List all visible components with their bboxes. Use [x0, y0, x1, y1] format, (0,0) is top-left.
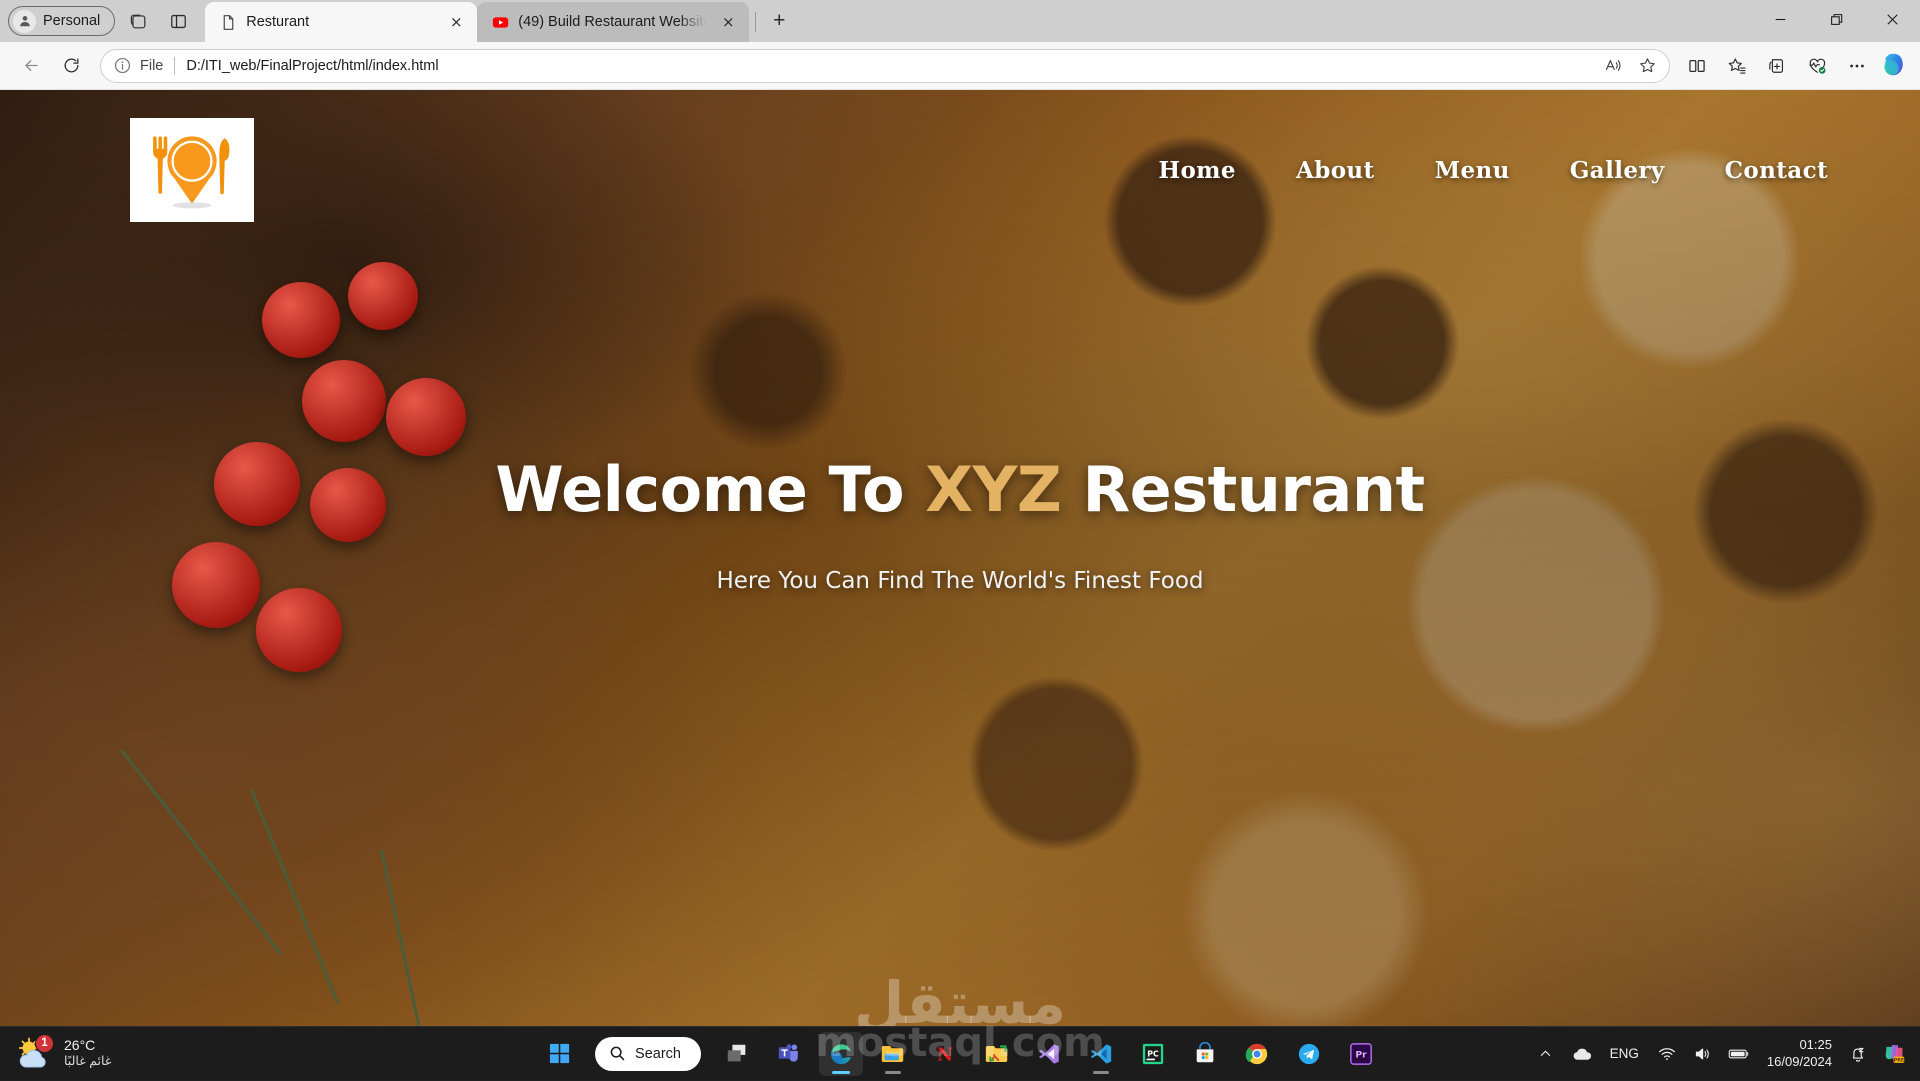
hero-title-prefix: Welcome To [495, 453, 925, 526]
url-text[interactable]: D:/ITI_web/FinalProject/html/index.html [186, 58, 1589, 74]
collections-icon[interactable] [1758, 47, 1796, 85]
svg-text:PC: PC [1147, 1049, 1159, 1058]
teams-icon[interactable] [767, 1032, 811, 1076]
logo-icon [139, 125, 245, 215]
file-explorer-icon[interactable] [871, 1032, 915, 1076]
task-view-icon[interactable] [715, 1032, 759, 1076]
weather-badge: 1 [35, 1034, 54, 1053]
browser-essentials-icon[interactable] [1798, 47, 1836, 85]
system-tray: ENG 01:25 16/09/2024 [1530, 1027, 1920, 1081]
tab-title: Resturant [246, 14, 434, 30]
weather-text: 26°C غائم غالبًا [64, 1037, 111, 1070]
web-page-content: Home About Menu Gallery Contact Welcome … [0, 90, 1920, 1026]
visual-studio-icon[interactable] [1027, 1032, 1071, 1076]
profile-label: Personal [43, 13, 100, 29]
search-label: Search [635, 1046, 681, 1062]
nav-item-about[interactable]: About [1296, 157, 1375, 184]
folder-tools-icon[interactable] [975, 1032, 1019, 1076]
omnibox-actions [1597, 51, 1663, 81]
weather-widget[interactable]: 1 26°C غائم غالبًا [0, 1036, 300, 1072]
back-arrow-icon[interactable] [12, 47, 50, 85]
nav-item-home[interactable]: Home [1158, 157, 1236, 184]
volume-icon[interactable] [1687, 1034, 1719, 1074]
youtube-icon [491, 13, 509, 31]
tab-resturant[interactable]: Resturant × [205, 2, 477, 42]
wifi-icon[interactable] [1651, 1034, 1683, 1074]
chrome-icon[interactable] [1235, 1032, 1279, 1076]
chevron-up-icon[interactable] [1530, 1034, 1562, 1074]
close-icon[interactable] [1864, 0, 1920, 38]
info-icon[interactable] [113, 56, 132, 75]
refresh-icon[interactable] [52, 47, 90, 85]
weather-temperature: 26°C [64, 1037, 111, 1055]
new-tab-button[interactable]: + [762, 5, 796, 37]
windows-taskbar: 1 26°C غائم غالبًا Search [0, 1026, 1920, 1080]
close-icon[interactable]: × [715, 9, 741, 35]
tab-youtube[interactable]: (49) Build Restaurant Website Usi × [477, 2, 749, 42]
hero-title-suffix: Resturant [1061, 453, 1424, 526]
copilot-icon[interactable] [1878, 49, 1912, 83]
minimize-icon[interactable] [1752, 0, 1808, 38]
edge-icon[interactable] [819, 1032, 863, 1076]
svg-text:Pr: Pr [1355, 1049, 1367, 1060]
weather-condition: غائم غالبًا [64, 1054, 111, 1070]
search-input[interactable]: Search [595, 1037, 701, 1071]
browser-window: Personal Resturant × [0, 0, 1920, 1026]
onedrive-icon[interactable] [1566, 1034, 1598, 1074]
site-nav: Home About Menu Gallery Contact [1158, 157, 1828, 184]
url-scheme-label: File [140, 58, 163, 74]
star-outline-icon[interactable] [1631, 51, 1663, 81]
premiere-pro-icon[interactable]: Pr [1339, 1032, 1383, 1076]
pre-app-icon[interactable]: PRE [1878, 1034, 1910, 1074]
vscode-icon[interactable] [1079, 1032, 1123, 1076]
hero-title-accent: XYZ [925, 453, 1061, 526]
windows-start-icon[interactable] [537, 1032, 581, 1076]
tab-strip: Personal Resturant × [0, 0, 1920, 42]
notepadpp-icon[interactable]: N [923, 1032, 967, 1076]
clock[interactable]: 01:25 16/09/2024 [1759, 1037, 1838, 1071]
microsoft-store-icon[interactable] [1183, 1032, 1227, 1076]
close-icon[interactable]: × [443, 9, 469, 35]
tab-divider [755, 12, 756, 32]
tab-title: (49) Build Restaurant Website Usi [518, 14, 706, 30]
svg-text:PRE: PRE [1893, 1057, 1903, 1063]
site-header: Home About Menu Gallery Contact [0, 90, 1920, 250]
search-icon [609, 1045, 626, 1062]
document-icon [219, 13, 237, 31]
restaurant-plate-logo[interactable] [130, 118, 254, 222]
address-bar[interactable]: File D:/ITI_web/FinalProject/html/index.… [100, 49, 1670, 83]
restore-icon[interactable] [1808, 0, 1864, 38]
bell-dnd-icon[interactable] [1842, 1034, 1874, 1074]
tab-copilot-icon[interactable] [121, 5, 155, 37]
battery-icon[interactable] [1723, 1034, 1755, 1074]
nav-item-gallery[interactable]: Gallery [1570, 157, 1665, 184]
vertical-tabs-icon[interactable] [161, 5, 195, 37]
address-toolbar: File D:/ITI_web/FinalProject/html/index.… [0, 42, 1920, 90]
window-controls [1752, 0, 1920, 38]
nav-item-contact[interactable]: Contact [1725, 157, 1828, 184]
hero-title: Welcome To XYZ Resturant [495, 453, 1424, 526]
language-indicator[interactable]: ENG [1602, 1046, 1647, 1061]
person-icon [13, 10, 36, 33]
read-aloud-icon[interactable] [1597, 51, 1629, 81]
pycharm-icon[interactable]: PC [1131, 1032, 1175, 1076]
omnibox-divider [174, 57, 175, 75]
tab-list: Resturant × (49) Build Restaurant Websit… [205, 2, 749, 42]
favorites-icon[interactable] [1718, 47, 1756, 85]
nav-item-menu[interactable]: Menu [1435, 157, 1510, 184]
profile-button[interactable]: Personal [8, 6, 115, 36]
taskbar-apps: Search [537, 1032, 1383, 1076]
hero-subtitle: Here You Can Find The World's Finest Foo… [716, 568, 1203, 594]
sun-cloud-icon: 1 [14, 1036, 54, 1072]
telegram-icon[interactable] [1287, 1032, 1331, 1076]
split-screen-icon[interactable] [1678, 47, 1716, 85]
clock-date: 16/09/2024 [1767, 1054, 1832, 1071]
clock-time: 01:25 [1767, 1037, 1832, 1054]
svg-text:N: N [937, 1045, 953, 1065]
settings-more-icon[interactable] [1838, 47, 1876, 85]
